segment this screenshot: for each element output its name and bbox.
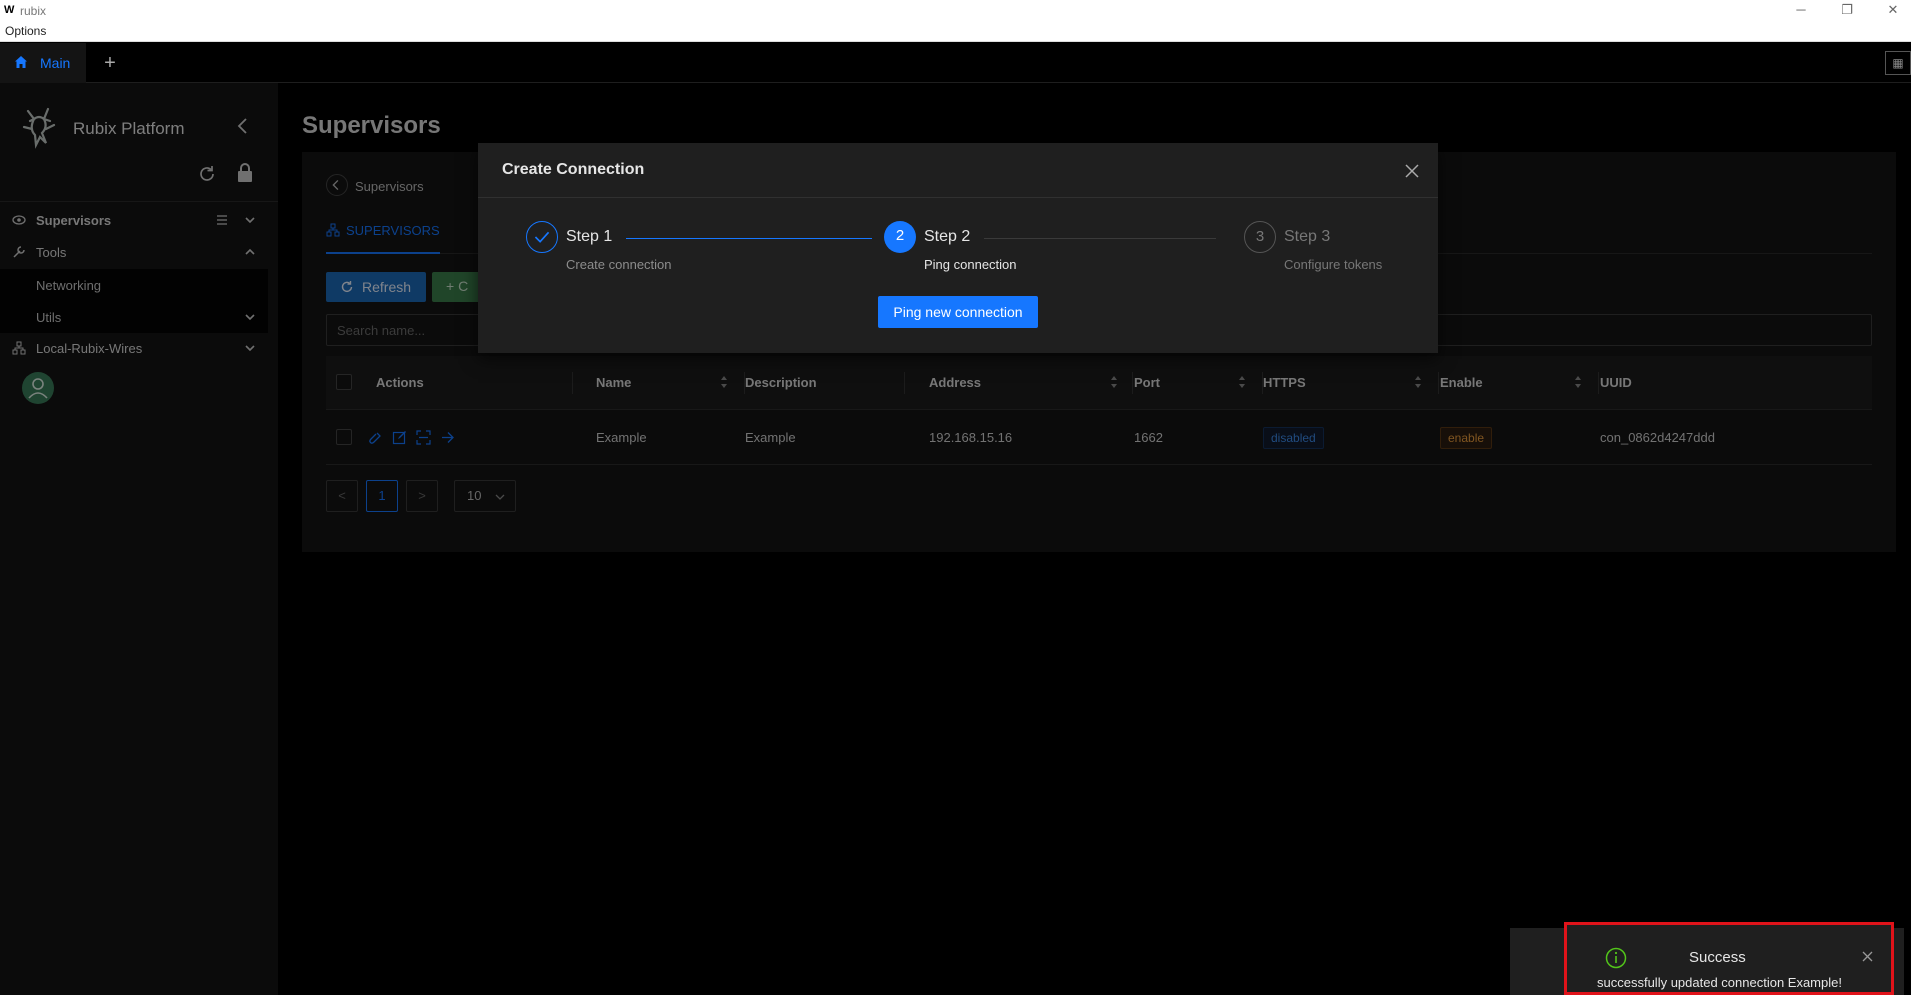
info-success-icon	[1605, 947, 1627, 969]
step-1-connector	[626, 238, 872, 239]
step-1-description: Create connection	[566, 257, 672, 272]
close-icon[interactable]	[1404, 163, 1420, 179]
notification-message: successfully updated connection Example!	[1597, 975, 1842, 990]
tab-main[interactable]: Main	[0, 43, 86, 83]
layout-icon[interactable]: ▦	[1885, 51, 1911, 75]
step-3-icon: 3	[1244, 221, 1276, 253]
add-tab-button[interactable]: +	[96, 49, 124, 77]
step-2-connector	[984, 238, 1216, 239]
app-logo-icon: W	[4, 4, 15, 16]
tab-bar: Main + ▦	[0, 43, 1911, 83]
notification-title: Success	[1689, 949, 1746, 966]
step-2-icon: 2	[884, 221, 916, 253]
ping-connection-button[interactable]: Ping new connection	[878, 296, 1038, 328]
minimize-icon[interactable]: ─	[1786, 1, 1816, 19]
menu-bar: Options	[0, 20, 1911, 42]
close-icon[interactable]	[1862, 951, 1873, 962]
step-2-title: Step 2	[924, 228, 971, 245]
success-notification: Success successfully updated connection …	[1564, 922, 1894, 995]
step-1-finished-icon	[526, 221, 558, 253]
step-2-description: Ping connection	[924, 257, 1017, 272]
check-icon	[534, 231, 550, 243]
menu-options[interactable]: Options	[5, 24, 46, 38]
window-titlebar: W rubix ─ ❐ ✕	[0, 0, 1911, 20]
modal-divider	[478, 197, 1438, 198]
step-3-title: Step 3	[1284, 228, 1331, 245]
create-connection-modal: Create Connection Step 1 Create connecti…	[478, 143, 1438, 353]
home-icon	[15, 56, 27, 68]
tab-main-label: Main	[40, 55, 71, 71]
step-3-description: Configure tokens	[1284, 257, 1383, 272]
restore-icon[interactable]: ❐	[1832, 1, 1862, 19]
close-window-icon[interactable]: ✕	[1878, 1, 1908, 19]
window-title: rubix	[20, 4, 47, 18]
step-1-title: Step 1	[566, 228, 613, 245]
modal-title: Create Connection	[502, 161, 645, 178]
